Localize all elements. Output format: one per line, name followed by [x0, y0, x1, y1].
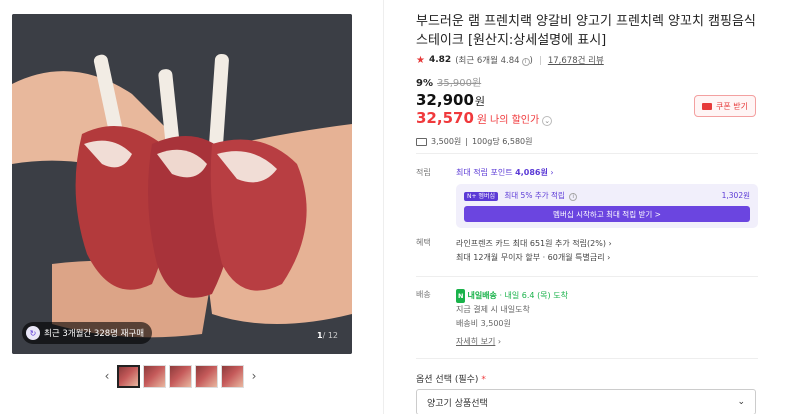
- installment-benefit-text: 최대 12개월 무이자 할부 · 60개월 특별금리: [456, 253, 605, 262]
- shipping-meta: 3,500원 | 100g당 6,580원: [416, 136, 760, 147]
- max-points-link[interactable]: 최대 적립 포인트 4,086원 ›: [456, 167, 758, 178]
- thumbnail-5[interactable]: [221, 364, 244, 388]
- thumbnail-2[interactable]: [143, 364, 166, 388]
- lamb-rack-photo: [12, 14, 352, 354]
- rating-row: ★ 4.82 (최근 6개월 4.84 i) 17,678건 리뷰: [416, 54, 760, 66]
- discount-row: 9% 35,900원: [416, 74, 760, 89]
- n-icon: N: [456, 289, 466, 303]
- max-points-prefix: 최대 적립 포인트: [456, 168, 516, 177]
- chevron-left-icon[interactable]: ‹: [100, 364, 114, 388]
- membership-points-box: N+ 멤버십 최대 5% 추가 적립 i 1,302원 멤버십 시작하고 최대 …: [456, 184, 758, 228]
- coupon-button[interactable]: 쿠폰 받기: [694, 95, 756, 117]
- option-label-text: 옵션 선택 (필수): [416, 375, 479, 385]
- benefits-content: 라인프렌즈 카드 최대 651원 추가 적립(2%) › 최대 12개월 무이자…: [456, 237, 758, 265]
- my-price-unit: 원: [476, 113, 488, 126]
- rating-recent: (최근 6개월 4.84 i): [455, 54, 533, 66]
- repurchase-icon: ↻: [26, 326, 40, 340]
- option-selected-value: 양고기 상품선택: [427, 398, 488, 409]
- membership-extra-row: N+ 멤버십 최대 5% 추가 적립 i 1,302원: [464, 190, 750, 201]
- rating-recent-text: (최근 6개월 4.84: [455, 56, 520, 66]
- delivery-content: N 내일배송 · 내일 6.4 (목) 도착 지금 결제 시 내일도착 배송비 3…: [456, 289, 758, 349]
- my-price: 32,570: [416, 109, 474, 127]
- chevron-right-icon: ›: [607, 253, 611, 262]
- chevron-right-icon: ›: [608, 239, 612, 248]
- thumbnail-4[interactable]: [195, 364, 218, 388]
- option-select[interactable]: 양고기 상품선택 ⌄: [416, 389, 756, 414]
- coupon-button-label: 쿠폰 받기: [716, 101, 748, 111]
- benefits-label: 혜택: [416, 238, 431, 247]
- sale-price: 32,900: [416, 91, 474, 109]
- section-divider: [416, 276, 758, 277]
- column-divider: [383, 0, 384, 414]
- product-main-image[interactable]: ↻ 최근 3개월간 328명 재구매 1/ 12: [12, 14, 352, 354]
- extra-points-amount: 1,302원: [721, 191, 750, 200]
- truck-icon: [416, 137, 427, 146]
- chevron-down-icon: ⌄: [737, 397, 745, 407]
- divider: |: [465, 137, 468, 146]
- delivery-more-link[interactable]: 자세히 보기 ›: [456, 335, 758, 349]
- chevron-right-icon: ›: [497, 337, 502, 346]
- coupon-icon: [702, 102, 712, 110]
- installment-benefit-link[interactable]: 최대 12개월 무이자 할부 · 60개월 특별금리 ›: [456, 251, 758, 265]
- delivery-fee: 배송비 3,500원: [456, 319, 511, 328]
- thumbnail-3[interactable]: [169, 364, 192, 388]
- extra-points-label: 최대 5% 추가 적립: [504, 191, 565, 200]
- chevron-right-icon[interactable]: ›: [247, 364, 261, 388]
- delivery-arrival: · 내일 6.4 (목) 도착: [496, 291, 568, 300]
- thumbnail-1[interactable]: [117, 364, 140, 388]
- chevron-right-icon: ›: [550, 168, 554, 177]
- star-icon: ★: [416, 54, 425, 66]
- product-title: 부드러운 램 프렌치랙 양갈비 양고기 프렌치렉 양꼬치 캠핑음식 스테이크 […: [416, 14, 756, 48]
- original-price: 35,900원: [436, 78, 482, 89]
- npay-membership-badge: N+ 멤버십: [464, 192, 498, 201]
- option-label: 옵션 선택 (필수) *: [416, 372, 486, 385]
- max-points-value: 4,086원: [515, 168, 548, 177]
- section-divider: [416, 153, 758, 154]
- delivery-arrival-row: N 내일배송 · 내일 6.4 (목) 도착: [456, 289, 758, 303]
- rating-recent-end: ): [529, 56, 533, 66]
- points-content: 최대 적립 포인트 4,086원 › N+ 멤버십 최대 5% 추가 적립 i …: [456, 167, 758, 228]
- unit-price: 100g당 6,580원: [471, 137, 533, 146]
- thumbnail-strip: ‹ ›: [100, 364, 261, 388]
- info-icon[interactable]: i: [521, 58, 530, 66]
- next-day-delivery-badge: N 내일배송: [456, 289, 497, 303]
- chevron-down-icon[interactable]: ⌄: [542, 116, 553, 126]
- rating-value: 4.82: [428, 55, 452, 65]
- repurchase-text: 최근 3개월간 328명 재구매: [44, 329, 145, 339]
- image-counter: 1/ 12: [317, 331, 338, 340]
- product-info: 부드러운 램 프렌치랙 양갈비 양고기 프렌치렉 양꼬치 캠핑음식 스테이크 […: [416, 12, 760, 147]
- info-icon[interactable]: i: [569, 193, 578, 201]
- sale-price-unit: 원: [474, 95, 486, 108]
- section-divider: [416, 358, 758, 359]
- points-label: 적립: [416, 168, 431, 177]
- discount-rate: 9%: [416, 78, 433, 89]
- required-mark: *: [481, 375, 486, 385]
- card-benefit-link[interactable]: 라인프렌즈 카드 최대 651원 추가 적립(2%) ›: [456, 237, 758, 251]
- review-count-link[interactable]: 17,678건 리뷰: [548, 54, 604, 66]
- my-discount-label: 나의 할인가: [490, 115, 540, 126]
- delivery-label: 배송: [416, 290, 431, 299]
- shipping-fee: 3,500원: [431, 137, 462, 146]
- image-counter-total: / 12: [322, 331, 338, 340]
- delivery-more-text: 자세히 보기: [456, 337, 496, 346]
- card-benefit-text: 라인프렌즈 카드 최대 651원 추가 적립(2%): [456, 239, 606, 248]
- delivery-badge-text: 내일배송: [467, 291, 497, 300]
- delivery-condition: 지금 결제 시 내일도착: [456, 305, 530, 314]
- membership-start-button[interactable]: 멤버십 시작하고 최대 적립 받기 >: [464, 206, 750, 222]
- divider: [539, 55, 541, 65]
- repurchase-badge: ↻ 최근 3개월간 328명 재구매: [22, 322, 153, 344]
